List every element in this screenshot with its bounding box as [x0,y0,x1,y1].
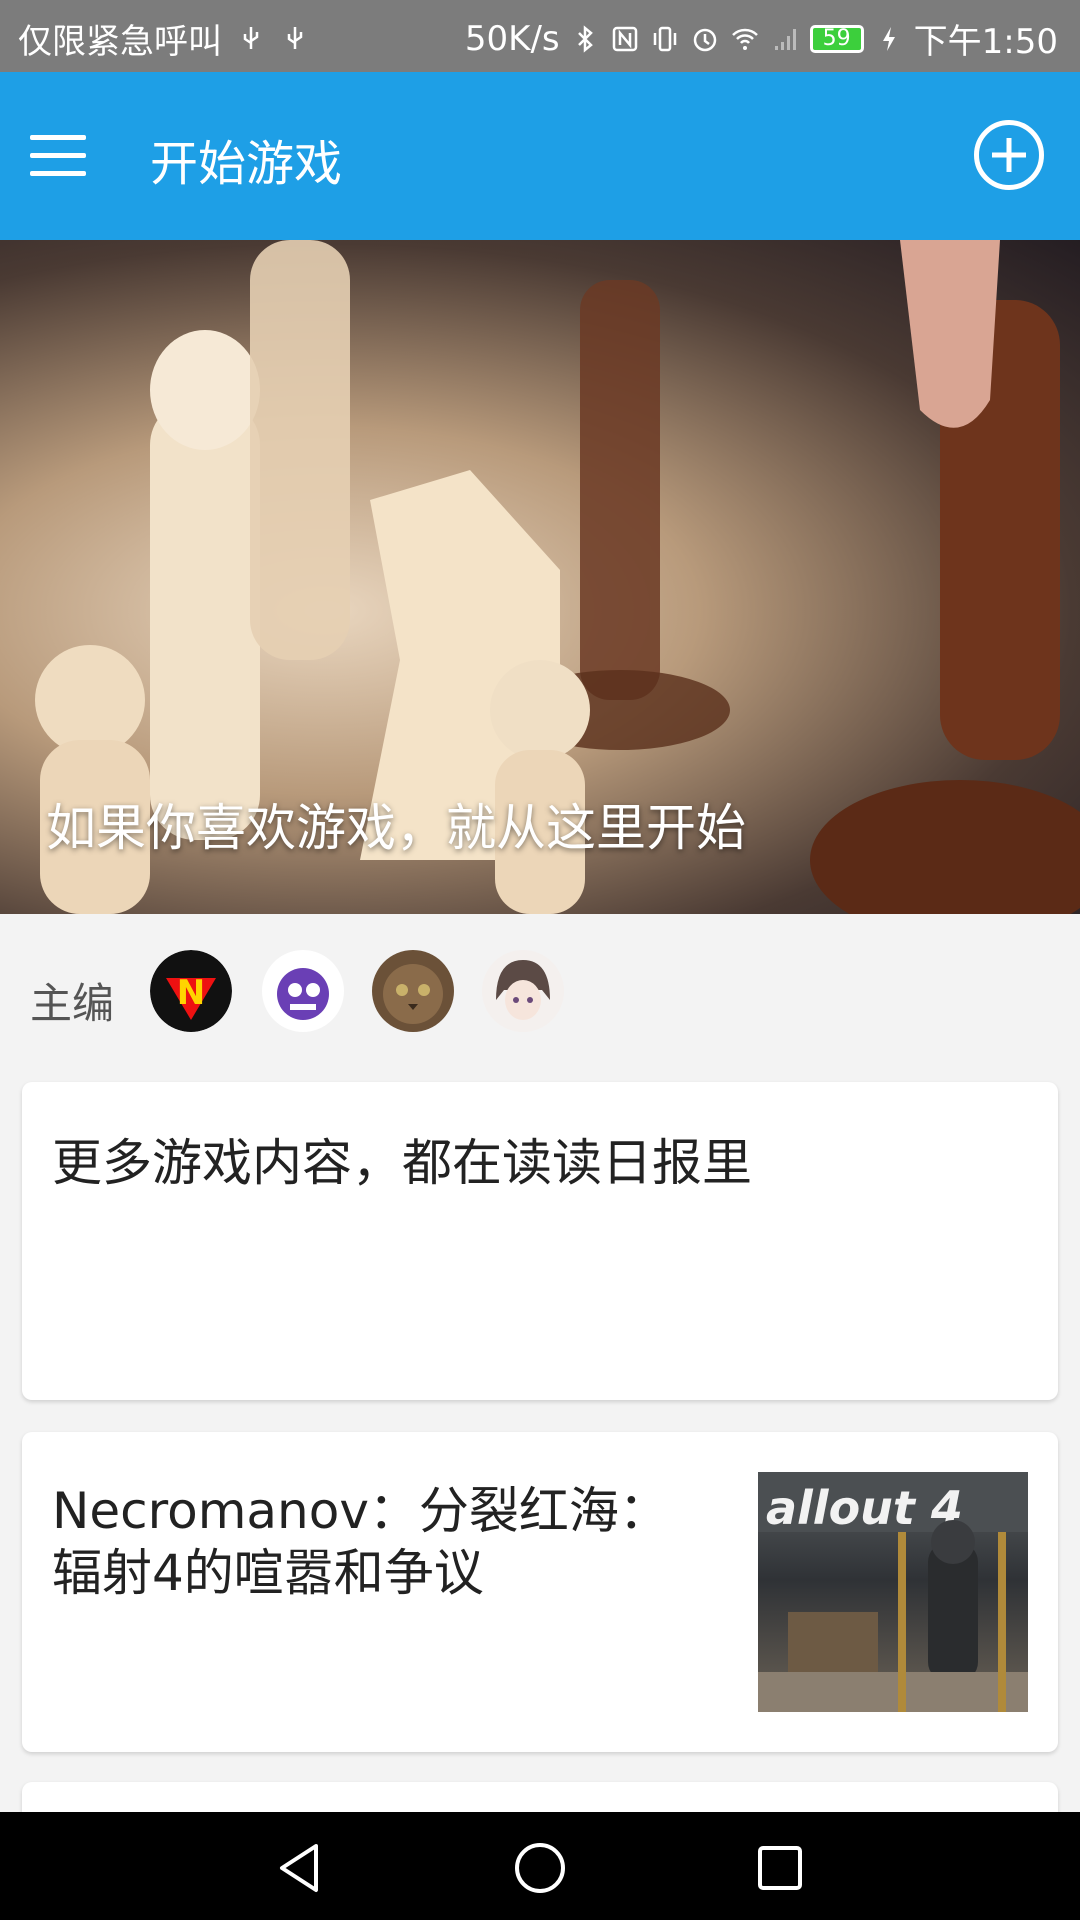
home-icon[interactable] [512,1840,568,1896]
add-icon[interactable] [974,120,1044,190]
menu-icon[interactable] [30,135,86,177]
back-icon[interactable] [272,1840,328,1896]
thumbnail-text: allout 4 [766,1481,963,1535]
usb-icon-2 [287,26,303,49]
editor-avatar-1[interactable]: N [150,950,232,1032]
alarm-icon [693,28,716,51]
clock: 下午1:50 [913,22,1058,62]
usb-icon [243,26,259,49]
nfc-icon [612,26,637,51]
editor-avatar-4[interactable] [482,950,564,1032]
svg-text:N: N [177,973,205,1013]
wifi-icon [731,28,758,50]
network-speed: 50K/s [464,18,560,59]
editors-row: 主编 N [0,914,1080,1074]
status-left: 仅限紧急呼叫 [18,14,310,63]
battery-icon: 59 [809,24,864,53]
charging-icon [882,26,895,51]
status-right: 50K/s 59 下午1:50 [465,14,1058,63]
editor-avatar-3[interactable] [372,950,454,1032]
hero-caption: 如果你喜欢游戏，就从这里开始 [46,799,746,857]
card-title: 更多游戏内容，都在读读日报里 [52,1134,752,1192]
app-bar: 开始游戏 [0,72,1080,240]
editor-avatar-2[interactable] [262,950,344,1032]
recents-icon[interactable] [752,1840,808,1896]
carrier-text: 仅限紧急呼叫 [18,22,222,62]
editors-label: 主编 [30,979,115,1028]
feed-card[interactable]: Necromanov：分裂红海：辐射4的喧嚣和争议 allout 4 [22,1432,1058,1752]
feed-card[interactable]: 更多游戏内容，都在读读日报里 [22,1082,1058,1400]
signal-icon [774,28,796,50]
system-nav-bar [0,1812,1080,1920]
card-thumbnail: allout 4 [758,1472,1028,1712]
hero-banner[interactable]: 如果你喜欢游戏，就从这里开始 [0,240,1080,914]
bluetooth-icon [577,24,593,53]
page-title: 开始游戏 [150,136,343,192]
status-bar: 仅限紧急呼叫 50K/s 59 下午1:50 [0,0,1080,72]
vibrate-icon [653,26,676,51]
card-title: Necromanov：分裂红海：辐射4的喧嚣和争议 [52,1482,669,1602]
